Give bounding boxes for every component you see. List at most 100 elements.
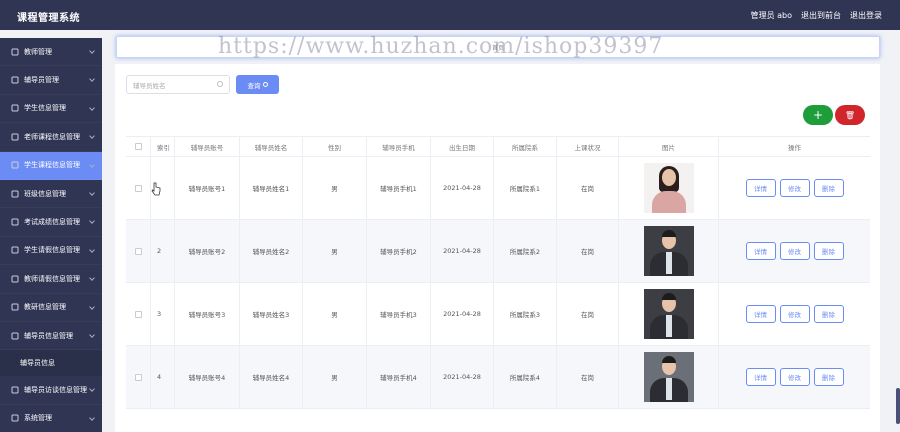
cell-status: 在岗: [557, 346, 619, 408]
delete-button[interactable]: 删除: [813, 368, 844, 386]
chevron-down-icon: [89, 303, 95, 310]
delete-button[interactable]: 删除: [813, 179, 844, 197]
table-row: 4 辅导员账号4 辅导员姓名4 男辅导员手机4 2021-04-28 所属院系4 在岗 详情修…: [126, 346, 870, 409]
search-button-label: 查询: [247, 81, 261, 90]
cell-birth: 2021-04-28: [431, 157, 494, 219]
row-checkbox[interactable]: [134, 310, 142, 318]
row-checkbox[interactable]: [134, 373, 142, 381]
search-icon: [262, 82, 268, 87]
cell-sex: 男: [303, 157, 367, 219]
sidebar-item[interactable]: 辅导员访谈信息管理: [0, 376, 102, 405]
sidebar-item-label: 学生课程信息管理: [24, 161, 80, 170]
cell-status: 在岗: [557, 283, 619, 345]
cell-index: 2: [151, 220, 175, 282]
scrollbar[interactable]: [896, 388, 900, 424]
cell-phone: 辅导员手机2: [367, 220, 431, 282]
home-icon: [11, 190, 19, 198]
edit-button[interactable]: 修改: [779, 305, 810, 323]
chevron-down-icon: [89, 133, 95, 140]
column-header[interactable]: [126, 137, 151, 156]
column-header: 辅导员姓名: [240, 137, 303, 156]
column-header-label: 操作: [788, 143, 801, 152]
table-row: 3 辅导员账号3 辅导员姓名3 男辅导员手机3 2021-04-28 所属院系3 在岗 详情修…: [126, 283, 870, 346]
avatar: [643, 289, 694, 339]
column-header: 索引: [151, 137, 175, 156]
user-icon: [11, 48, 19, 56]
cell-dept: 所属院系2: [494, 220, 557, 282]
detail-button[interactable]: 详情: [745, 242, 776, 260]
cell-name: 辅导员姓名3: [240, 283, 303, 345]
cell-dept: 所属院系4: [494, 346, 557, 408]
delete-button[interactable]: 删除: [813, 305, 844, 323]
select-all-checkbox[interactable]: [134, 143, 142, 150]
sidebar-item[interactable]: 学生课程信息管理: [0, 151, 102, 180]
column-header: 辅导员手机: [367, 137, 431, 156]
detail-button[interactable]: 详情: [745, 179, 776, 197]
sidebar-item[interactable]: 辅导员信息: [0, 350, 102, 377]
table-row: 2 辅导员账号2 辅导员姓名2 男辅导员手机2 2021-04-28 所属院系2 在岗 详情修…: [126, 220, 870, 283]
mail-icon: [11, 104, 19, 112]
sidebar-item[interactable]: 系统管理: [0, 405, 102, 432]
sidebar-item[interactable]: 学生请假信息管理: [0, 237, 102, 266]
shield-icon: [11, 161, 19, 169]
chevron-down-icon: [89, 48, 95, 54]
cell-photo: [619, 220, 719, 282]
chevron-down-icon: [89, 190, 95, 196]
row-checkbox-cell: [126, 220, 151, 282]
search-button[interactable]: 查询: [236, 75, 279, 94]
column-header-label: 索引: [157, 143, 170, 152]
chevron-down-icon: [89, 104, 95, 111]
sidebar-item[interactable]: 教师请假信息管理: [0, 265, 102, 294]
column-header-label: 所属院系: [512, 143, 538, 152]
edit-button[interactable]: 修改: [779, 368, 810, 386]
lock-icon: [11, 275, 19, 283]
search-placeholder: 辅导员姓名: [133, 81, 166, 90]
row-checkbox[interactable]: [134, 184, 142, 192]
sidebar-item-label: 考试成绩信息管理: [24, 218, 80, 227]
compass-icon: [11, 414, 19, 422]
detail-button[interactable]: 详情: [745, 368, 776, 386]
delete-button[interactable]: 删除: [813, 242, 844, 260]
cell-ops: 详情 修改 删除: [719, 157, 870, 219]
sidebar-item-label: 老师课程信息管理: [24, 132, 80, 141]
logout-link[interactable]: 退出登录: [850, 10, 882, 21]
pin-icon: [11, 303, 19, 311]
chevron-down-icon: [89, 332, 95, 338]
sidebar-item[interactable]: 教研信息管理: [0, 294, 102, 322]
cell-index: 3: [151, 283, 175, 345]
sidebar-item-label: 教研信息管理: [24, 303, 66, 312]
cell-birth: 2021-04-28: [431, 346, 494, 408]
cell-photo: [619, 283, 719, 345]
cell-dept: 所属院系1: [494, 157, 557, 219]
box-icon: [11, 386, 19, 394]
sidebar-item[interactable]: 班级信息管理: [0, 180, 102, 209]
edit-button[interactable]: 修改: [779, 242, 810, 260]
column-header: 操作: [719, 137, 870, 156]
batch-delete-button[interactable]: 🗑: [835, 105, 865, 125]
column-header: 性别: [303, 137, 367, 156]
cell-ops: 详情 修改 删除: [719, 346, 870, 408]
watermark: https://www.huzhan.com/ishop39397: [218, 34, 664, 59]
sidebar-item[interactable]: 教师管理: [0, 38, 102, 67]
add-button[interactable]: +: [803, 105, 833, 125]
search-input[interactable]: 辅导员姓名: [126, 75, 230, 94]
column-header: 上课状况: [557, 137, 619, 156]
cell-account: 辅导员账号3: [175, 283, 240, 345]
sidebar-item[interactable]: 考试成绩信息管理: [0, 208, 102, 237]
sidebar-item[interactable]: 学生信息管理: [0, 95, 102, 124]
back-to-frontend-link[interactable]: 退出到前台: [801, 10, 841, 21]
mouse-cursor-icon: [151, 182, 161, 196]
cell-sex: 男: [303, 283, 367, 345]
table-row: 辅导员账号1 辅导员姓名1 男辅导员手机1 2021-04-28 所属院系1 在岗 详情 修改…: [126, 157, 870, 220]
column-header: 所属院系: [494, 137, 557, 156]
avatar: [643, 226, 694, 276]
column-header-label: 性别: [328, 143, 341, 152]
sidebar-item-label: 系统管理: [24, 414, 52, 423]
detail-button[interactable]: 详情: [745, 305, 776, 323]
cell-name: 辅导员姓名4: [240, 346, 303, 408]
edit-button[interactable]: 修改: [779, 179, 810, 197]
sidebar-item[interactable]: 辅导员信息管理: [0, 322, 102, 351]
sidebar-item[interactable]: 老师课程信息管理: [0, 123, 102, 152]
row-checkbox[interactable]: [134, 247, 142, 255]
sidebar-item[interactable]: 辅导员管理: [0, 66, 102, 95]
